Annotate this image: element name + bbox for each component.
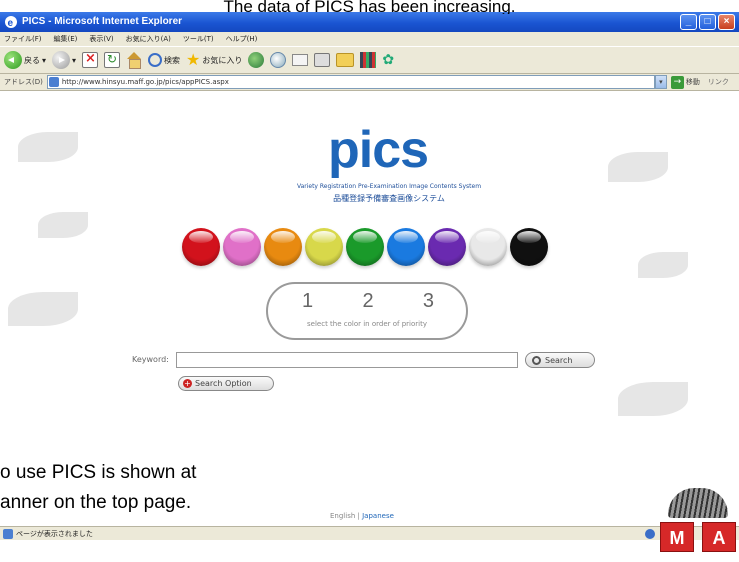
forward-button[interactable]: ▾ — [52, 49, 76, 71]
color-orb-purple[interactable] — [428, 228, 466, 266]
messenger-icon[interactable]: ✿ — [382, 52, 394, 68]
status-text: ページが表示されました — [16, 530, 93, 538]
back-arrow-icon — [4, 51, 22, 69]
priority-slot-2[interactable]: 2 — [362, 290, 373, 313]
ie-logo-icon: e — [5, 16, 17, 29]
logo-cube-a-icon: A — [702, 522, 736, 552]
menu-help[interactable]: ヘルプ(H) — [226, 32, 258, 46]
go-label: 移動 — [685, 78, 700, 86]
keyword-label: Keyword: — [132, 355, 169, 364]
priority-slot-3[interactable]: 3 — [423, 290, 434, 313]
link-separator: | — [357, 512, 360, 520]
color-orb-red[interactable] — [182, 228, 220, 266]
internet-zone-icon — [645, 529, 655, 539]
language-links: English | Japanese — [330, 512, 394, 520]
leaf-decoration — [38, 212, 88, 238]
address-label: アドレス(D) — [4, 78, 43, 86]
leaf-decoration — [18, 132, 78, 162]
plus-icon: + — [183, 379, 192, 388]
pics-logo: pics — [328, 121, 429, 179]
back-button[interactable]: 戻る ▾ — [4, 49, 46, 71]
address-bar: アドレス(D) http://www.hinsyu.maff.go.jp/pic… — [0, 74, 739, 91]
leaf-decoration — [638, 252, 688, 278]
stop-icon[interactable] — [82, 51, 99, 68]
search-icon — [148, 53, 163, 67]
star-icon: ★ — [186, 50, 201, 69]
back-label: 戻る — [24, 55, 40, 65]
page-icon — [48, 77, 59, 87]
leaf-decoration — [608, 152, 668, 182]
page-done-icon — [3, 529, 13, 539]
search-button-label: Search — [545, 355, 573, 365]
svg-text:e: e — [8, 18, 14, 29]
search-label: 検索 — [164, 55, 181, 65]
menu-edit[interactable]: 編集(E) — [54, 32, 78, 46]
search-button[interactable]: 検索 — [148, 49, 180, 71]
tagline-japanese: 品種登録予備審査画像システム — [333, 194, 445, 203]
folder-icon[interactable] — [336, 53, 355, 67]
windows-flag-icon — [723, 32, 737, 46]
corner-logo: M A — [658, 488, 739, 562]
color-orb-orange[interactable] — [264, 228, 302, 266]
logo-cube-m-icon: M — [660, 522, 694, 552]
go-arrow-icon: → — [670, 75, 684, 89]
plant-logo-icon — [668, 488, 728, 518]
menu-tools[interactable]: ツール(T) — [183, 32, 214, 46]
leaf-decoration — [618, 382, 688, 416]
maximize-button[interactable]: □ — [699, 14, 716, 30]
japanese-link[interactable]: Japanese — [362, 512, 394, 520]
close-button[interactable]: × — [718, 14, 735, 30]
address-dropdown-icon[interactable]: ▾ — [654, 75, 667, 89]
color-orb-yellow-green[interactable] — [305, 228, 343, 266]
slide-caption-line-1: o use PICS is shown at — [0, 462, 197, 483]
color-orb-green[interactable] — [346, 228, 384, 266]
chevron-down-icon: ▾ — [72, 55, 77, 65]
title-bar: e PICS - Microsoft Internet Explorer _ □… — [0, 12, 739, 32]
search-icon — [532, 355, 541, 365]
menu-bar: ファイル(F) 編集(E) 表示(V) お気に入り(A) ツール(T) ヘルプ(… — [0, 32, 739, 46]
slide-caption-line-2: anner on the top page. — [0, 492, 192, 513]
priority-slot-1[interactable]: 1 — [302, 290, 313, 313]
menu-favorites[interactable]: お気に入り(A) — [126, 32, 171, 46]
mail-icon[interactable] — [292, 54, 309, 66]
go-button[interactable]: → 移動 — [670, 75, 700, 89]
links-label[interactable]: リンク — [708, 77, 729, 87]
chevron-down-icon: ▾ — [42, 55, 47, 65]
home-icon[interactable] — [126, 52, 142, 69]
favorites-button[interactable]: ★ お気に入り — [186, 49, 242, 71]
color-orb-black[interactable] — [510, 228, 548, 266]
favorites-label: お気に入り — [202, 55, 243, 65]
history-icon[interactable] — [270, 52, 287, 68]
menu-view[interactable]: 表示(V) — [89, 32, 113, 46]
media-icon[interactable] — [248, 52, 265, 68]
window-title: PICS - Microsoft Internet Explorer — [22, 16, 183, 27]
search-submit-button[interactable]: Search — [525, 352, 595, 368]
status-bar: ページが表示されました — [0, 526, 739, 540]
keyword-input[interactable] — [176, 352, 518, 368]
color-orb-pink[interactable] — [223, 228, 261, 266]
english-link[interactable]: English — [330, 512, 355, 520]
leaf-decoration — [8, 292, 78, 326]
color-selector — [182, 228, 548, 266]
color-orb-blue[interactable] — [387, 228, 425, 266]
search-option-button[interactable]: + Search Option — [178, 376, 274, 391]
menu-file[interactable]: ファイル(F) — [4, 32, 42, 46]
research-icon[interactable] — [360, 52, 377, 68]
address-input[interactable]: http://www.hinsyu.maff.go.jp/pics/appPIC… — [46, 75, 655, 89]
forward-arrow-icon — [52, 51, 71, 69]
tagline: Variety Registration Pre-Examination Ima… — [296, 183, 482, 190]
search-option-label: Search Option — [195, 379, 252, 388]
refresh-icon[interactable] — [104, 52, 121, 68]
print-icon[interactable] — [314, 53, 331, 67]
color-orb-white[interactable] — [469, 228, 507, 266]
minimize-button[interactable]: _ — [680, 14, 697, 30]
priority-hint: select the color in order of priority — [307, 320, 427, 328]
slide-caption-top: The data of PICS has been increasing. — [223, 0, 516, 14]
priority-numbers: 1 2 3 — [288, 290, 448, 313]
slide-caption-box: o use PICS is shown at anner on the top … — [0, 440, 262, 526]
address-url: http://www.hinsyu.maff.go.jp/pics/appPIC… — [61, 78, 229, 86]
standard-toolbar: 戻る ▾ ▾ 検索 ★ お気に入り ✿ — [0, 46, 739, 74]
window-controls: _ □ × — [680, 14, 735, 30]
color-priority-box[interactable]: 1 2 3 select the color in order of prior… — [266, 282, 468, 340]
